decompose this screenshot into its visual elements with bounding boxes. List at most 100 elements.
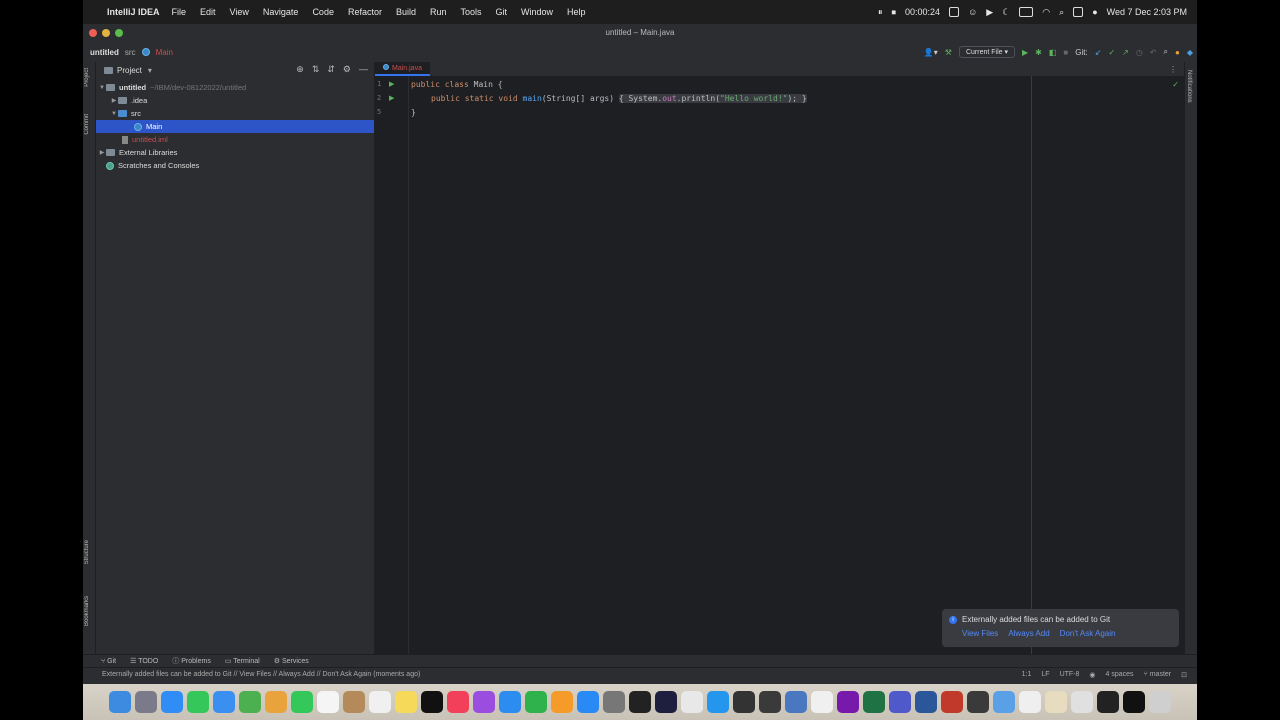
dock-reminders-icon[interactable] [369,691,391,713]
dock-mail-icon[interactable] [213,691,235,713]
services-tool-button[interactable]: ⚙ Services [274,657,309,665]
terminal-tool-button[interactable]: ▭ Terminal [225,657,260,665]
lock-icon[interactable]: ⊡ [1181,671,1187,679]
dock-preview-icon[interactable] [785,691,807,713]
dock-quicktime-icon[interactable] [967,691,989,713]
tab-main-java[interactable]: Main.java [375,62,430,76]
dock-finder-icon[interactable] [109,691,131,713]
dock-docker-icon[interactable] [707,691,729,713]
control-center-icon[interactable] [1073,7,1084,17]
always-add-link[interactable]: Always Add [1008,629,1049,638]
dock-window2-icon[interactable] [1123,691,1145,713]
dock-notes-icon[interactable] [395,691,417,713]
debug-icon[interactable]: ✱ [1035,48,1042,57]
dock-intellij-idea-icon[interactable] [655,691,677,713]
project-view-select[interactable]: Project [117,66,142,75]
dock-trash-icon[interactable] [1149,691,1171,713]
menu-edit[interactable]: Edit [200,7,216,17]
menu-run[interactable]: Run [430,7,447,17]
dock-terminal-icon[interactable] [629,691,651,713]
chevron-down-icon[interactable]: ▾ [148,66,152,75]
menu-build[interactable]: Build [396,7,416,17]
git-history-icon[interactable]: ◷ [1136,48,1143,57]
dock-excel-icon[interactable] [863,691,885,713]
breadcrumb-project[interactable]: untitled [90,48,119,57]
tree-item-iml[interactable]: untitled.iml [96,133,374,146]
tree-item-external-libraries[interactable]: ▶ External Libraries [96,146,374,159]
user-icon[interactable]: 👤▾ [924,48,938,57]
dock-folder2-icon[interactable] [1045,691,1067,713]
dock-sublime-icon[interactable] [759,691,781,713]
caret-position[interactable]: 1:1 [1022,671,1032,679]
dock-photos-icon[interactable] [265,691,287,713]
dock-downloads-icon[interactable] [993,691,1015,713]
locate-icon[interactable]: ⊕ [296,64,304,75]
dock-recorder-icon[interactable] [941,691,963,713]
tree-item-src[interactable]: ▼ src [96,107,374,120]
git-commit-icon[interactable]: ✓ [1108,48,1115,57]
dock-messages-icon[interactable] [187,691,209,713]
menu-view[interactable]: View [230,7,249,17]
chevron-down-icon[interactable]: ▼ [110,111,118,117]
git-branch[interactable]: ⑂ master [1144,671,1172,679]
dock-numbers-icon[interactable] [525,691,547,713]
tree-item-main[interactable]: Main [96,120,374,133]
tree-item-untitled[interactable]: ▼ untitled ~/IBM/dev-08122022/untitled [96,81,374,94]
stop-recording-icon[interactable]: ⏹ [892,7,897,18]
pause-recording-icon[interactable]: ⏸ [878,7,883,18]
commit-tool-button[interactable]: Commit [84,114,90,135]
build-hammer-icon[interactable]: ⚒ [945,48,952,57]
bookmarks-tool-button[interactable]: Bookmarks [84,596,90,626]
dock-folder1-icon[interactable] [1019,691,1041,713]
status-message[interactable]: Externally added files can be added to G… [102,671,420,678]
hide-icon[interactable]: — [359,64,368,75]
git-rollback-icon[interactable]: ↶ [1150,48,1157,57]
dock-system-preferences-icon[interactable] [603,691,625,713]
wifi-icon[interactable]: ◠ [1042,7,1050,18]
screen-icon[interactable] [949,7,960,17]
moon-icon[interactable]: ☾ [1002,7,1010,18]
menubar-datetime[interactable]: Wed 7 Dec 2:03 PM [1107,7,1187,17]
menu-file[interactable]: File [172,7,187,17]
breadcrumb-src[interactable]: src [125,48,136,57]
git-push-icon[interactable]: ↗ [1122,48,1129,57]
dock-tv-icon[interactable] [421,691,443,713]
dock-postman-icon[interactable] [733,691,755,713]
breadcrumb-main[interactable]: Main [156,48,173,57]
file-encoding[interactable]: UTF-8 [1060,671,1080,679]
menu-window[interactable]: Window [521,7,553,17]
run-icon[interactable]: ▶ [1022,48,1028,57]
dock-app-store-icon[interactable] [577,691,599,713]
git-tool-button[interactable]: ⑂ Git [101,658,116,665]
zoom-window-button[interactable] [115,29,123,37]
tree-item-scratches[interactable]: Scratches and Consoles [96,159,374,172]
dont-ask-again-link[interactable]: Don't Ask Again [1060,629,1116,638]
menu-tools[interactable]: Tools [461,7,482,17]
dock-onenote-icon[interactable] [837,691,859,713]
coverage-icon[interactable]: ◧ [1049,48,1057,57]
project-tool-button[interactable]: Project [84,68,90,87]
run-gutter-icon[interactable]: ▶ [389,94,394,102]
dock-contacts-icon[interactable] [343,691,365,713]
todo-tool-button[interactable]: ☰ TODO [130,657,158,665]
menu-code[interactable]: Code [312,7,334,17]
dock-music-icon[interactable] [447,691,469,713]
gear-icon[interactable]: ⚙ [343,64,351,75]
siri-icon[interactable]: ● [1092,7,1097,17]
search-icon[interactable]: ⌕ [1164,47,1168,57]
dock-folder3-icon[interactable] [1071,691,1093,713]
line-separator[interactable]: LF [1041,671,1049,679]
chevron-right-icon[interactable]: ▶ [98,149,106,156]
dock-maps-icon[interactable] [239,691,261,713]
eye-icon[interactable]: ◉ [1089,671,1095,679]
problems-tool-button[interactable]: ⓘ Problems [172,656,211,666]
plugin-icon[interactable]: ◆ [1187,48,1193,57]
run-gutter-icon[interactable]: ▶ [389,80,394,88]
dock-safari-icon[interactable] [161,691,183,713]
dock-teams-icon[interactable] [889,691,911,713]
dock-podcasts-icon[interactable] [473,691,495,713]
menu-help[interactable]: Help [567,7,586,17]
dock-window1-icon[interactable] [1097,691,1119,713]
indent-setting[interactable]: 4 spaces [1106,671,1134,679]
collapse-all-icon[interactable]: ⇵ [327,64,335,75]
